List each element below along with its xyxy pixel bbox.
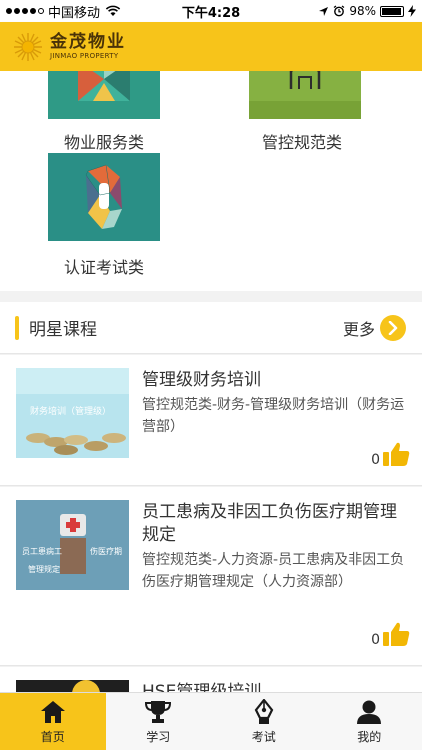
exam-pen-icon[interactable]	[251, 698, 277, 725]
wifi-icon	[105, 5, 121, 16]
home-icon[interactable]	[40, 699, 66, 725]
control-standard-image[interactable]	[249, 71, 361, 119]
tab-label[interactable]: 我的	[357, 728, 381, 745]
like-button[interactable]: 0	[371, 440, 410, 468]
tab-mine[interactable]: 我的	[317, 693, 422, 750]
bottom-tab-bar: 首页 学习 考试 我的	[0, 692, 422, 750]
thumbnail-caption-bottom: 管理规定	[28, 565, 60, 574]
course-title[interactable]: 管理级财务培训	[142, 369, 410, 392]
status-bar: 中国移动 下午4:28 98%	[0, 0, 422, 22]
carrier-name: 中国移动	[48, 5, 101, 21]
status-time: 下午4:28	[181, 5, 241, 21]
brand-name-cn: 金茂物业	[50, 31, 126, 52]
thumbnail-caption: 财务培训（管理级）	[30, 407, 112, 417]
category-grid: 物业服务类 管控规范类 认证考试类	[0, 71, 422, 291]
trophy-icon[interactable]	[145, 699, 172, 725]
location-arrow-icon	[319, 6, 329, 16]
course-thumbnail[interactable]: 员工患病工 伤医疗期 管理规定	[16, 500, 129, 590]
brand-logo: 金茂物业 JINMAO PROPERTY	[50, 31, 126, 60]
signal-strength-icon	[6, 8, 44, 14]
tab-study[interactable]: 学习	[106, 693, 212, 750]
property-service-image[interactable]	[48, 71, 160, 119]
certification-exam-image[interactable]	[48, 153, 160, 241]
tab-label[interactable]: 考试	[252, 728, 276, 745]
thumbnail-caption-right: 伤医疗期	[90, 547, 122, 556]
section-title: 明星课程	[29, 320, 97, 340]
tab-label[interactable]: 首页	[41, 728, 65, 745]
course-item[interactable]: 员工患病工 伤医疗期 管理规定 员工患病及非因工负伤医疗期管理规定 管控规范类-…	[0, 487, 422, 666]
category-label-property-service[interactable]: 物业服务类	[24, 129, 184, 153]
alarm-clock-icon	[333, 5, 345, 17]
thumbs-up-icon[interactable]	[382, 620, 410, 648]
category-label-certification-exam[interactable]: 认证考试类	[24, 254, 184, 278]
battery-percent: 98%	[349, 4, 376, 18]
more-label[interactable]: 更多	[343, 316, 375, 340]
course-thumbnail[interactable]: 财务培训（管理级）	[16, 368, 129, 458]
course-description: 管控规范类-财务-管理级财务培训（财务运营部）	[142, 397, 405, 435]
thumbnail-caption-left: 员工患病工	[22, 547, 62, 556]
like-count: 0	[371, 452, 380, 468]
chevron-right-icon[interactable]	[380, 314, 406, 341]
thumbs-up-icon[interactable]	[382, 440, 410, 468]
user-icon[interactable]	[356, 699, 382, 725]
category-label-control-standard[interactable]: 管控规范类	[222, 129, 382, 153]
battery-icon	[380, 5, 404, 17]
more-button[interactable]: 更多	[343, 314, 406, 341]
like-button[interactable]: 0	[371, 620, 410, 648]
featured-courses-header: 明星课程 更多	[0, 302, 422, 354]
tab-exam[interactable]: 考试	[211, 693, 317, 750]
charging-bolt-icon	[408, 5, 416, 17]
tab-label[interactable]: 学习	[146, 728, 170, 745]
course-item[interactable]: 财务培训（管理级） 管理级财务培训 管控规范类-财务-管理级财务培训（财务运营部…	[0, 355, 422, 486]
course-description: 管控规范类-人力资源-员工患病及非因工负伤医疗期管理规定（人力资源部）	[142, 552, 405, 590]
section-accent-bar	[15, 315, 19, 340]
course-title[interactable]: 员工患病及非因工负伤医疗期管理规定	[142, 501, 410, 547]
app-header: 金茂物业 JINMAO PROPERTY	[0, 22, 422, 71]
brand-name-en: JINMAO PROPERTY	[50, 51, 119, 60]
like-count: 0	[371, 632, 380, 648]
tab-home[interactable]: 首页	[0, 693, 106, 750]
brand-logo-icon	[12, 31, 44, 63]
